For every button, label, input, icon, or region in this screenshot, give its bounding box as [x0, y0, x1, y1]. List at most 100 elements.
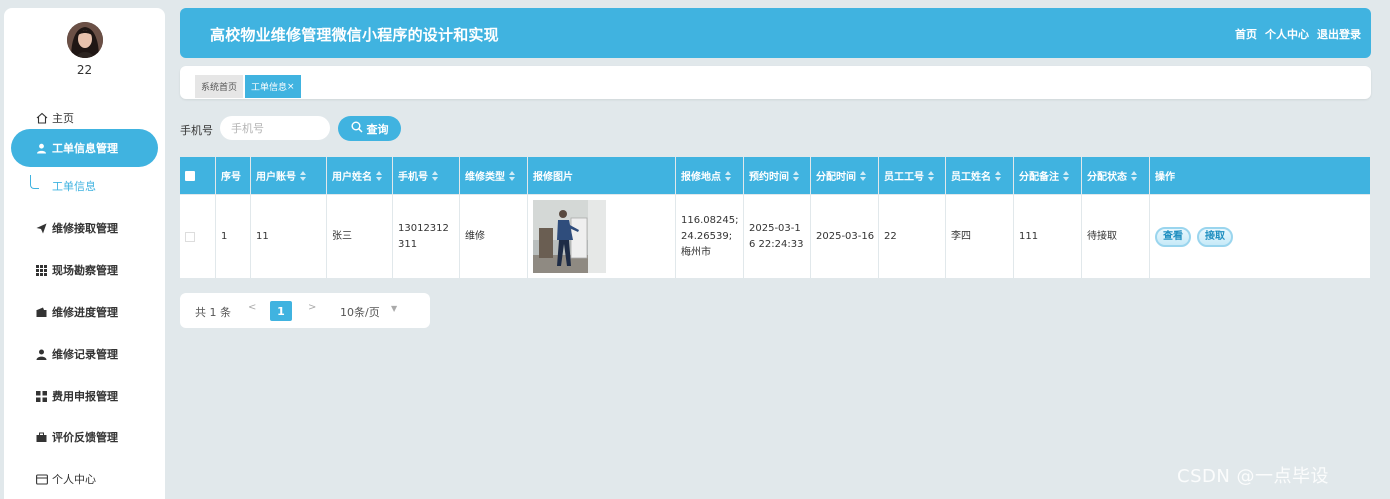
col-header[interactable]: 员工姓名 [946, 157, 1013, 194]
sidebar-item-fee-claim[interactable]: 费用申报管理 [11, 377, 158, 415]
user-icon [35, 142, 48, 155]
chevron-down-icon[interactable]: ▼ [391, 304, 397, 313]
sort-icon [995, 170, 1001, 181]
sidebar-item-label: 评价反馈管理 [52, 431, 118, 444]
wallet-icon [35, 306, 48, 319]
close-icon[interactable]: × [287, 82, 295, 92]
tab-label: 系统首页 [201, 83, 238, 93]
app-header: 高校物业维修管理微信小程序的设计和实现 首页 个人中心 退出登录 [180, 8, 1371, 58]
sort-icon [928, 170, 934, 181]
sidebar-item-feedback[interactable]: 评价反馈管理 [11, 418, 158, 456]
col-header[interactable]: 报修地点 [676, 157, 743, 194]
cell-name: 张三 [327, 195, 392, 278]
sort-icon [860, 170, 866, 181]
cell-account: 11 [251, 195, 326, 278]
sidebar-item-repair-record[interactable]: 维修记录管理 [11, 335, 158, 373]
paper-plane-icon [35, 222, 48, 235]
header-select-all[interactable] [180, 157, 215, 194]
submenu-connector [30, 175, 39, 189]
col-header[interactable]: 用户账号 [251, 157, 326, 194]
sidebar-item-site-survey[interactable]: 现场勘察管理 [11, 251, 158, 289]
col-header: 报修图片 [528, 157, 675, 194]
tab-system-home[interactable]: 系统首页 [195, 75, 244, 98]
search-button[interactable]: 查询 [338, 116, 401, 141]
col-header: 序号 [216, 157, 250, 194]
table-header-row: 序号 用户账号 用户姓名 手机号 维修类型 报修图片 报修地点 预约时间 分配时… [180, 157, 1370, 194]
sidebar-item-repair-accept[interactable]: 维修接取管理 [11, 209, 158, 247]
search-button-label: 查询 [366, 122, 389, 136]
sort-icon [1063, 170, 1069, 181]
sidebar-subitem-workorder-info[interactable]: 工单信息 [52, 178, 96, 194]
sort-icon [300, 170, 306, 181]
row-select[interactable] [180, 195, 215, 278]
col-header[interactable]: 预约时间 [744, 157, 810, 194]
pagination: 共 1 条 < 1 > 10条/页 ▼ [180, 293, 430, 328]
cell-location: 116.08245;24.26539;梅州市 [676, 195, 743, 278]
sidebar: 22 主页 工单信息管理 工单信息 维修接取管理 现场勘察管理 维修进度管理 维… [4, 8, 165, 499]
col-header[interactable]: 分配备注 [1014, 157, 1081, 194]
accept-button[interactable]: 接取 [1197, 226, 1233, 247]
sidebar-item-label: 费用申报管理 [52, 390, 118, 403]
sidebar-item-label: 主页 [52, 112, 74, 125]
repair-photo[interactable] [533, 200, 606, 273]
col-header[interactable]: 用户姓名 [327, 157, 392, 194]
sidebar-item-label: 现场勘察管理 [52, 264, 118, 277]
header-link-home[interactable]: 首页 [1235, 26, 1257, 42]
sidebar-item-label: 维修接取管理 [52, 222, 118, 235]
col-header[interactable]: 维修类型 [460, 157, 527, 194]
cell-staff-name: 李四 [946, 195, 1013, 278]
sidebar-item-repair-progress[interactable]: 维修进度管理 [11, 293, 158, 331]
sort-icon [1131, 170, 1137, 181]
sidebar-item-label: 维修进度管理 [52, 306, 118, 319]
home-icon [35, 112, 48, 125]
checkbox[interactable] [185, 231, 195, 242]
watermark: CSDN @一点毕设 [1177, 466, 1330, 487]
briefcase-icon [35, 431, 48, 444]
tab-workorder-info[interactable]: 工单信息 × [245, 75, 301, 98]
header-link-logout[interactable]: 退出登录 [1317, 26, 1361, 42]
col-header[interactable]: 员工工号 [879, 157, 945, 194]
sidebar-item-label: 维修记录管理 [52, 348, 118, 361]
search-label: 手机号 [180, 124, 213, 137]
cell-staff-id: 22 [879, 195, 945, 278]
sort-icon [509, 170, 515, 181]
cell-index: 1 [216, 195, 250, 278]
checkbox[interactable] [185, 170, 195, 181]
view-button[interactable]: 查看 [1155, 226, 1191, 247]
tab-bar: 系统首页 工单信息 × [180, 66, 1371, 99]
avatar[interactable] [67, 22, 103, 58]
sidebar-item-workorder-manage[interactable]: 工单信息管理 [11, 129, 158, 167]
sort-icon [793, 170, 799, 181]
person-icon [35, 348, 48, 361]
id-card-icon [35, 473, 48, 486]
cell-phone: 13012312311 [393, 195, 459, 278]
header-link-profile[interactable]: 个人中心 [1265, 26, 1309, 42]
col-header[interactable]: 手机号 [393, 157, 459, 194]
cell-appointment-time: 2025-03-16 22:24:33 [744, 195, 810, 278]
sort-icon [376, 170, 382, 181]
prev-page-button[interactable]: < [248, 302, 256, 313]
tab-label: 工单信息 [251, 83, 288, 93]
header-links: 首页 个人中心 退出登录 [1235, 26, 1361, 42]
page-size-select[interactable]: 10条/页 [340, 304, 380, 320]
col-header[interactable]: 分配状态 [1082, 157, 1149, 194]
page-number-current[interactable]: 1 [270, 301, 292, 321]
cell-assign-time: 2025-03-16 [811, 195, 878, 278]
col-header[interactable]: 分配时间 [811, 157, 878, 194]
phone-search-input[interactable] [220, 116, 330, 140]
next-page-button[interactable]: > [308, 302, 316, 313]
app-title: 高校物业维修管理微信小程序的设计和实现 [210, 26, 499, 44]
pagination-total: 共 1 条 [195, 306, 231, 319]
cell-remark: 111 [1014, 195, 1081, 278]
cell-status: 待接取 [1082, 195, 1149, 278]
grid-icon [35, 264, 48, 277]
cell-actions: 查看 接取 [1150, 195, 1370, 278]
username: 22 [76, 63, 93, 77]
apps-icon [35, 390, 48, 403]
sort-icon [725, 170, 731, 181]
sidebar-item-profile[interactable]: 个人中心 [11, 460, 158, 498]
col-header: 操作 [1150, 157, 1370, 194]
sort-icon [432, 170, 438, 181]
cell-repair-image [528, 195, 675, 278]
workorder-table: 序号 用户账号 用户姓名 手机号 维修类型 报修图片 报修地点 预约时间 分配时… [180, 157, 1370, 278]
